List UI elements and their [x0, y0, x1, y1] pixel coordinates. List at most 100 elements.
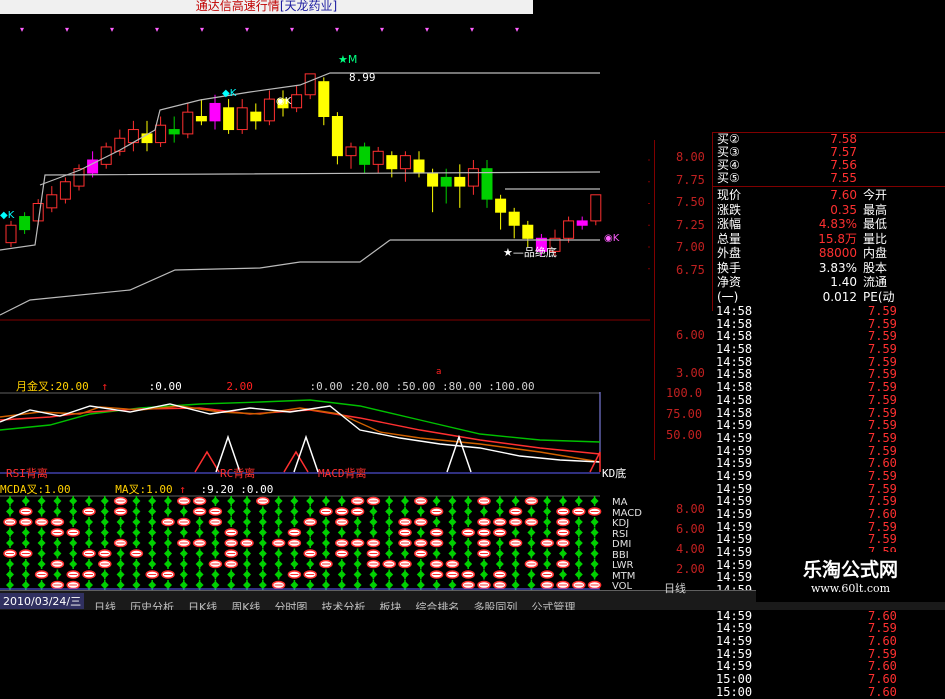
tick-row: 14:59 7.60: [716, 660, 945, 673]
rsi-divergence-label: RSI背离: [6, 467, 48, 480]
macd-divergence-label: MACD背离: [318, 467, 367, 480]
signal-tick: 4.00: [676, 542, 705, 556]
window-title: 通达信高速行情: [195, 0, 280, 13]
quote-stat-value: 0.012: [822, 289, 857, 304]
k-marker-mid: ◉K: [276, 96, 292, 107]
k-marker-edge: ◆K: [0, 210, 15, 221]
tick-price: 7.59: [868, 380, 897, 395]
lower-band-line: [0, 239, 391, 316]
price-axis: 8.00 7.75 7.50 7.25 7.00 6.75: [676, 150, 716, 280]
quote-stat-label: 净资: [717, 275, 742, 289]
top-dot: ▾: [425, 25, 429, 34]
tick-row: 14:58 7.59: [716, 343, 945, 356]
kdj-tick: 50.00: [666, 428, 703, 442]
tick-price: 7.59: [868, 646, 897, 661]
tick-row: 14:59 7.60: [716, 608, 945, 623]
tick-price: 7.59: [868, 468, 897, 483]
bottom-marker: ★—品绝底: [503, 245, 557, 259]
candle-body: [576, 220, 588, 226]
footer-tabs: 日线 历史分析 日K线 周K线 分时图 技术分析 板块 综合排名 多股同列 公式管理: [94, 596, 614, 610]
top-dot: ▾: [245, 25, 249, 34]
candle-body: [155, 124, 167, 144]
period-label[interactable]: 日线: [664, 580, 686, 596]
tick-time: 14:58: [716, 342, 753, 357]
volume-axis: 6.00 3.00: [676, 328, 716, 388]
tick-row: 14:59 7.59: [716, 622, 945, 635]
signal-matrix[interactable]: [0, 495, 655, 591]
quote-stat-right: 股本: [863, 260, 888, 275]
k-marker-right: ◉K: [604, 233, 620, 244]
candle-body: [372, 150, 384, 165]
quote-value: 7.55: [830, 171, 857, 185]
quote-row: 买④ 7.56: [713, 159, 945, 172]
tick-time: 15:00: [716, 671, 753, 686]
quote-label: 买⑤: [717, 171, 740, 185]
quote-row: 买② 7.58: [713, 133, 945, 146]
tick-time: 14:59: [716, 507, 753, 521]
watermark-title: 乐淘公式网: [802, 559, 898, 581]
candle-body: [522, 224, 534, 239]
quote-stat-label: 涨幅: [717, 217, 742, 231]
tick-price: 7.60: [868, 608, 897, 623]
quote-stat-label: 现价: [717, 188, 742, 202]
indicator-label: MTM: [612, 570, 636, 582]
candle-body: [359, 146, 371, 165]
quote-panel: 买② 7.58 买③ 7.57 买④ 7.56 买⑤ 7.55 现价 7.60 今开 涨跌 0.35 最…: [712, 132, 945, 311]
candle-body: [32, 203, 44, 222]
k-marker-left: ◆K: [222, 88, 237, 99]
signal-tick: 8.00: [676, 502, 705, 516]
indicator-label: BBI: [612, 549, 629, 561]
quote-stat-row: 换手 3.83% 股本: [713, 261, 945, 276]
quote-stat-row: 净资 1.40 流通: [713, 275, 945, 290]
indicator-label: DMI: [612, 539, 632, 550]
candle-body: [209, 102, 221, 122]
candle-body: [114, 137, 126, 152]
candlestick-chart[interactable]: ★M 8.99 ◆K ◉K ◉K ★—品绝底 ◆K ▾ ▾ ▾ ▾ ▾ ▾ ▾ ▾ ▾ ▾ ▾ ▾: [0, 14, 650, 332]
top-dot: ▾: [335, 25, 339, 34]
quote-row: 买③ 7.57: [713, 146, 945, 159]
tick-row: 14:58 7.59: [716, 394, 945, 407]
kdj-axis: 100.0 75.00 50.00: [666, 386, 714, 446]
top-dot: ▾: [470, 25, 474, 34]
candle-body: [250, 111, 262, 122]
price-tick: 7.25: [676, 217, 705, 232]
quote-stat-right: 流通: [863, 275, 888, 289]
top-dot: ▾: [380, 25, 384, 34]
tick-time: 14:58: [716, 380, 753, 395]
candle-body: [59, 181, 71, 200]
indicator-label: RSI: [612, 528, 629, 540]
candle-body: [345, 146, 357, 157]
tick-time: 15:00: [716, 684, 753, 699]
tick-price: 7.59: [868, 430, 897, 445]
quote-stat-row: 总量 15.8万 量比: [713, 232, 945, 247]
stock-name-tag: [天龙药业]: [279, 0, 338, 13]
tick-price: 7.60: [868, 633, 897, 648]
top-dot: ▾: [65, 25, 69, 34]
candle-body: [454, 176, 466, 187]
kdj-tick: 75.00: [666, 407, 703, 421]
candle-body: [440, 176, 452, 187]
tick-row: 14:58 7.59: [716, 381, 945, 394]
footer-date: 2010/03/24/三: [0, 593, 85, 609]
top-dot: ▾: [200, 25, 204, 34]
candle-body: [195, 116, 207, 122]
price-tick: 7.75: [676, 172, 705, 187]
indicator-label: MA: [612, 497, 628, 508]
top-dot: ▾: [515, 25, 519, 34]
tick-price: 7.60: [868, 507, 897, 521]
tick-row: 14:59 7.59: [716, 646, 945, 661]
signal-tick: 6.00: [676, 522, 705, 536]
quote-stat-right: 最高: [863, 202, 888, 217]
tick-price: 7.60: [868, 671, 897, 686]
candle-body: [413, 159, 425, 174]
quote-stat-row: 涨跌 0.35 最高: [713, 203, 945, 218]
trade-ticks[interactable]: 14:58 7.59 14:58 7.59 14:58 7.59 14:58 7.59 14:5…: [716, 305, 945, 698]
candle-body: [467, 168, 479, 187]
tick-time: 14:59: [716, 468, 753, 483]
price-tick: 7.00: [676, 240, 705, 254]
price-tick: 6.75: [676, 262, 705, 277]
kdj-line-d: [0, 407, 601, 455]
tick-price: 7.60: [868, 684, 897, 699]
tick-row: 14:59 7.60: [716, 508, 945, 521]
window-title-bar: 通达信高速行情[天龙药业]: [0, 0, 533, 14]
